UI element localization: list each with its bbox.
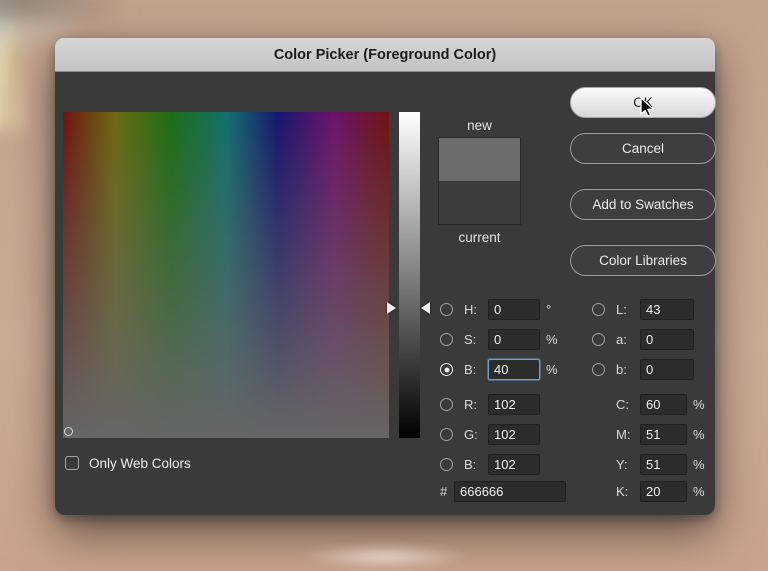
- hex-label: #: [440, 484, 448, 499]
- k-label: K:: [616, 484, 629, 499]
- l-field-row: L:: [592, 299, 768, 321]
- s-input[interactable]: [488, 329, 540, 350]
- new-color-label: new: [467, 118, 492, 133]
- c-unit: %: [693, 397, 705, 412]
- b-lab-field-row: b:: [592, 359, 768, 381]
- r-input[interactable]: [488, 394, 540, 415]
- lip-highlight: [300, 543, 470, 569]
- s-label: S:: [464, 332, 477, 347]
- l-radio[interactable]: [592, 303, 605, 316]
- h-unit: °: [546, 302, 552, 317]
- k-unit: %: [693, 484, 705, 499]
- y-unit: %: [693, 457, 705, 472]
- a-input[interactable]: [640, 329, 694, 350]
- k-field-row: K: %: [592, 481, 768, 503]
- slider-handle-left[interactable]: [387, 302, 396, 314]
- l-input[interactable]: [640, 299, 694, 320]
- h-label: H:: [464, 302, 477, 317]
- y-field-row: Y: %: [592, 454, 768, 476]
- r-label: R:: [464, 397, 477, 412]
- screen: Color Picker (Foreground Color) new curr…: [0, 0, 768, 571]
- hex-input[interactable]: [454, 481, 566, 502]
- b-hsb-radio[interactable]: [440, 363, 453, 376]
- b-hsb-input[interactable]: [488, 359, 540, 380]
- c-label: C:: [616, 397, 629, 412]
- k-input[interactable]: [640, 481, 687, 502]
- c-input[interactable]: [640, 394, 687, 415]
- c-field-row: C: %: [592, 394, 768, 416]
- y-input[interactable]: [640, 454, 687, 475]
- b-rgb-input[interactable]: [488, 454, 540, 475]
- slider-handle-right[interactable]: [421, 302, 430, 314]
- h-input[interactable]: [488, 299, 540, 320]
- only-web-colors-label: Only Web Colors: [89, 456, 191, 471]
- a-label: a:: [616, 332, 627, 347]
- g-radio[interactable]: [440, 428, 453, 441]
- b-rgb-radio[interactable]: [440, 458, 453, 471]
- m-label: M:: [616, 427, 631, 442]
- h-radio[interactable]: [440, 303, 453, 316]
- dialog-titlebar[interactable]: Color Picker (Foreground Color): [55, 38, 715, 72]
- current-color-swatch[interactable]: [439, 181, 520, 224]
- color-field[interactable]: [63, 112, 389, 438]
- g-label: G:: [464, 427, 478, 442]
- only-web-colors-checkbox[interactable]: [65, 456, 79, 470]
- dialog-title: Color Picker (Foreground Color): [273, 46, 497, 63]
- l-label: L:: [616, 302, 627, 317]
- color-picker-dialog: Color Picker (Foreground Color) new curr…: [55, 38, 716, 515]
- m-field-row: M: %: [592, 424, 768, 446]
- m-input[interactable]: [640, 424, 687, 445]
- b-lab-input[interactable]: [640, 359, 694, 380]
- b-hsb-label: B:: [464, 362, 477, 377]
- s-unit: %: [546, 332, 558, 347]
- current-color-label: current: [458, 230, 501, 245]
- b-lab-radio[interactable]: [592, 363, 605, 376]
- y-label: Y:: [616, 457, 628, 472]
- mouse-cursor: [640, 97, 655, 117]
- b-lab-label: b:: [616, 362, 627, 377]
- color-libraries-button[interactable]: Color Libraries: [570, 245, 716, 276]
- s-radio[interactable]: [440, 333, 453, 346]
- color-preview-swatch: [438, 137, 521, 225]
- brightness-slider[interactable]: [399, 112, 420, 438]
- a-radio[interactable]: [592, 333, 605, 346]
- color-field-marker[interactable]: [64, 427, 73, 436]
- cancel-button[interactable]: Cancel: [570, 133, 716, 164]
- r-radio[interactable]: [440, 398, 453, 411]
- b-hsb-unit: %: [546, 362, 558, 377]
- a-field-row: a:: [592, 329, 768, 351]
- m-unit: %: [693, 427, 705, 442]
- add-to-swatches-button[interactable]: Add to Swatches: [570, 189, 716, 220]
- new-color-swatch: [439, 138, 520, 181]
- hair-shadow: [0, 0, 130, 20]
- b-rgb-label: B:: [464, 457, 477, 472]
- g-input[interactable]: [488, 424, 540, 445]
